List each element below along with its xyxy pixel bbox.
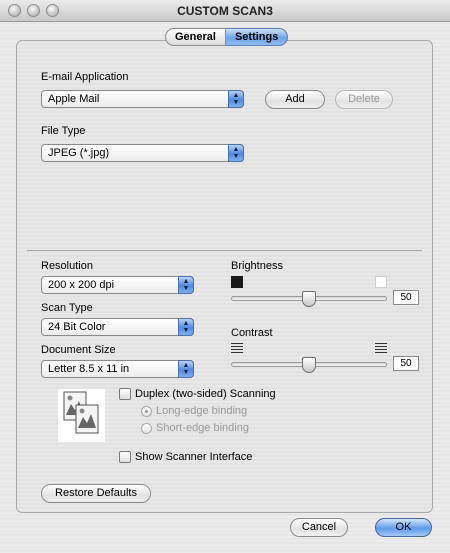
short-edge-label: Short-edge binding (156, 422, 249, 434)
document-size-value: Letter 8.5 x 11 in (48, 363, 130, 375)
section-divider (27, 250, 422, 251)
ok-button[interactable]: OK (375, 518, 432, 537)
tab-general[interactable]: General (165, 28, 226, 46)
custom-scan-window: CUSTOM SCAN3 General Settings E-mail App… (0, 0, 450, 553)
resolution-label: Resolution (41, 260, 93, 272)
file-type-select[interactable]: JPEG (*.jpg) ▲ ▼ (41, 144, 244, 162)
file-type-label: File Type (41, 125, 86, 137)
popup-arrows-icon: ▲ ▼ (228, 90, 244, 108)
email-application-label: E-mail Application (41, 71, 129, 83)
contrast-value[interactable]: 50 (393, 356, 419, 371)
contrast-label: Contrast (231, 327, 273, 339)
high-contrast-icon (375, 343, 387, 354)
duplex-checkbox[interactable] (119, 388, 131, 400)
popup-arrows-icon: ▲ ▼ (228, 144, 244, 162)
cancel-button[interactable]: Cancel (290, 518, 348, 537)
short-edge-radio[interactable] (141, 423, 152, 434)
resolution-value: 200 x 200 dpi (48, 279, 115, 291)
file-type-value: JPEG (*.jpg) (48, 147, 110, 159)
brightness-slider-knob[interactable] (302, 291, 316, 307)
dark-swatch-icon (231, 276, 243, 288)
add-button[interactable]: Add (265, 90, 325, 109)
delete-button[interactable]: Delete (335, 90, 393, 109)
popup-arrows-icon: ▲ ▼ (178, 318, 194, 336)
show-scanner-interface-checkbox[interactable] (119, 451, 131, 463)
restore-defaults-button[interactable]: Restore Defaults (41, 484, 151, 503)
low-contrast-icon (231, 343, 243, 354)
document-size-label: Document Size (41, 344, 116, 356)
window-title: CUSTOM SCAN3 (177, 4, 273, 18)
contrast-slider-knob[interactable] (302, 357, 316, 373)
popup-arrows-icon: ▲ ▼ (178, 276, 194, 294)
resolution-select[interactable]: 200 x 200 dpi ▲ ▼ (41, 276, 194, 294)
long-edge-label: Long-edge binding (156, 405, 248, 417)
brightness-label: Brightness (231, 260, 283, 272)
email-application-value: Apple Mail (48, 93, 100, 105)
title-bar: CUSTOM SCAN3 (0, 0, 450, 22)
duplex-document-icon (58, 389, 105, 442)
document-size-select[interactable]: Letter 8.5 x 11 in ▲ ▼ (41, 360, 194, 378)
scan-type-value: 24 Bit Color (48, 321, 106, 333)
tab-bar: General Settings (165, 28, 289, 46)
email-application-select[interactable]: Apple Mail ▲ ▼ (41, 90, 244, 108)
duplex-label: Duplex (two-sided) Scanning (135, 388, 276, 400)
brightness-value[interactable]: 50 (393, 290, 419, 305)
long-edge-radio[interactable] (141, 406, 152, 417)
scan-type-label: Scan Type (41, 302, 93, 314)
light-swatch-icon (375, 276, 387, 288)
tab-settings[interactable]: Settings (225, 28, 289, 46)
scan-type-select[interactable]: 24 Bit Color ▲ ▼ (41, 318, 194, 336)
popup-arrows-icon: ▲ ▼ (178, 360, 194, 378)
show-scanner-interface-label: Show Scanner Interface (135, 451, 253, 463)
